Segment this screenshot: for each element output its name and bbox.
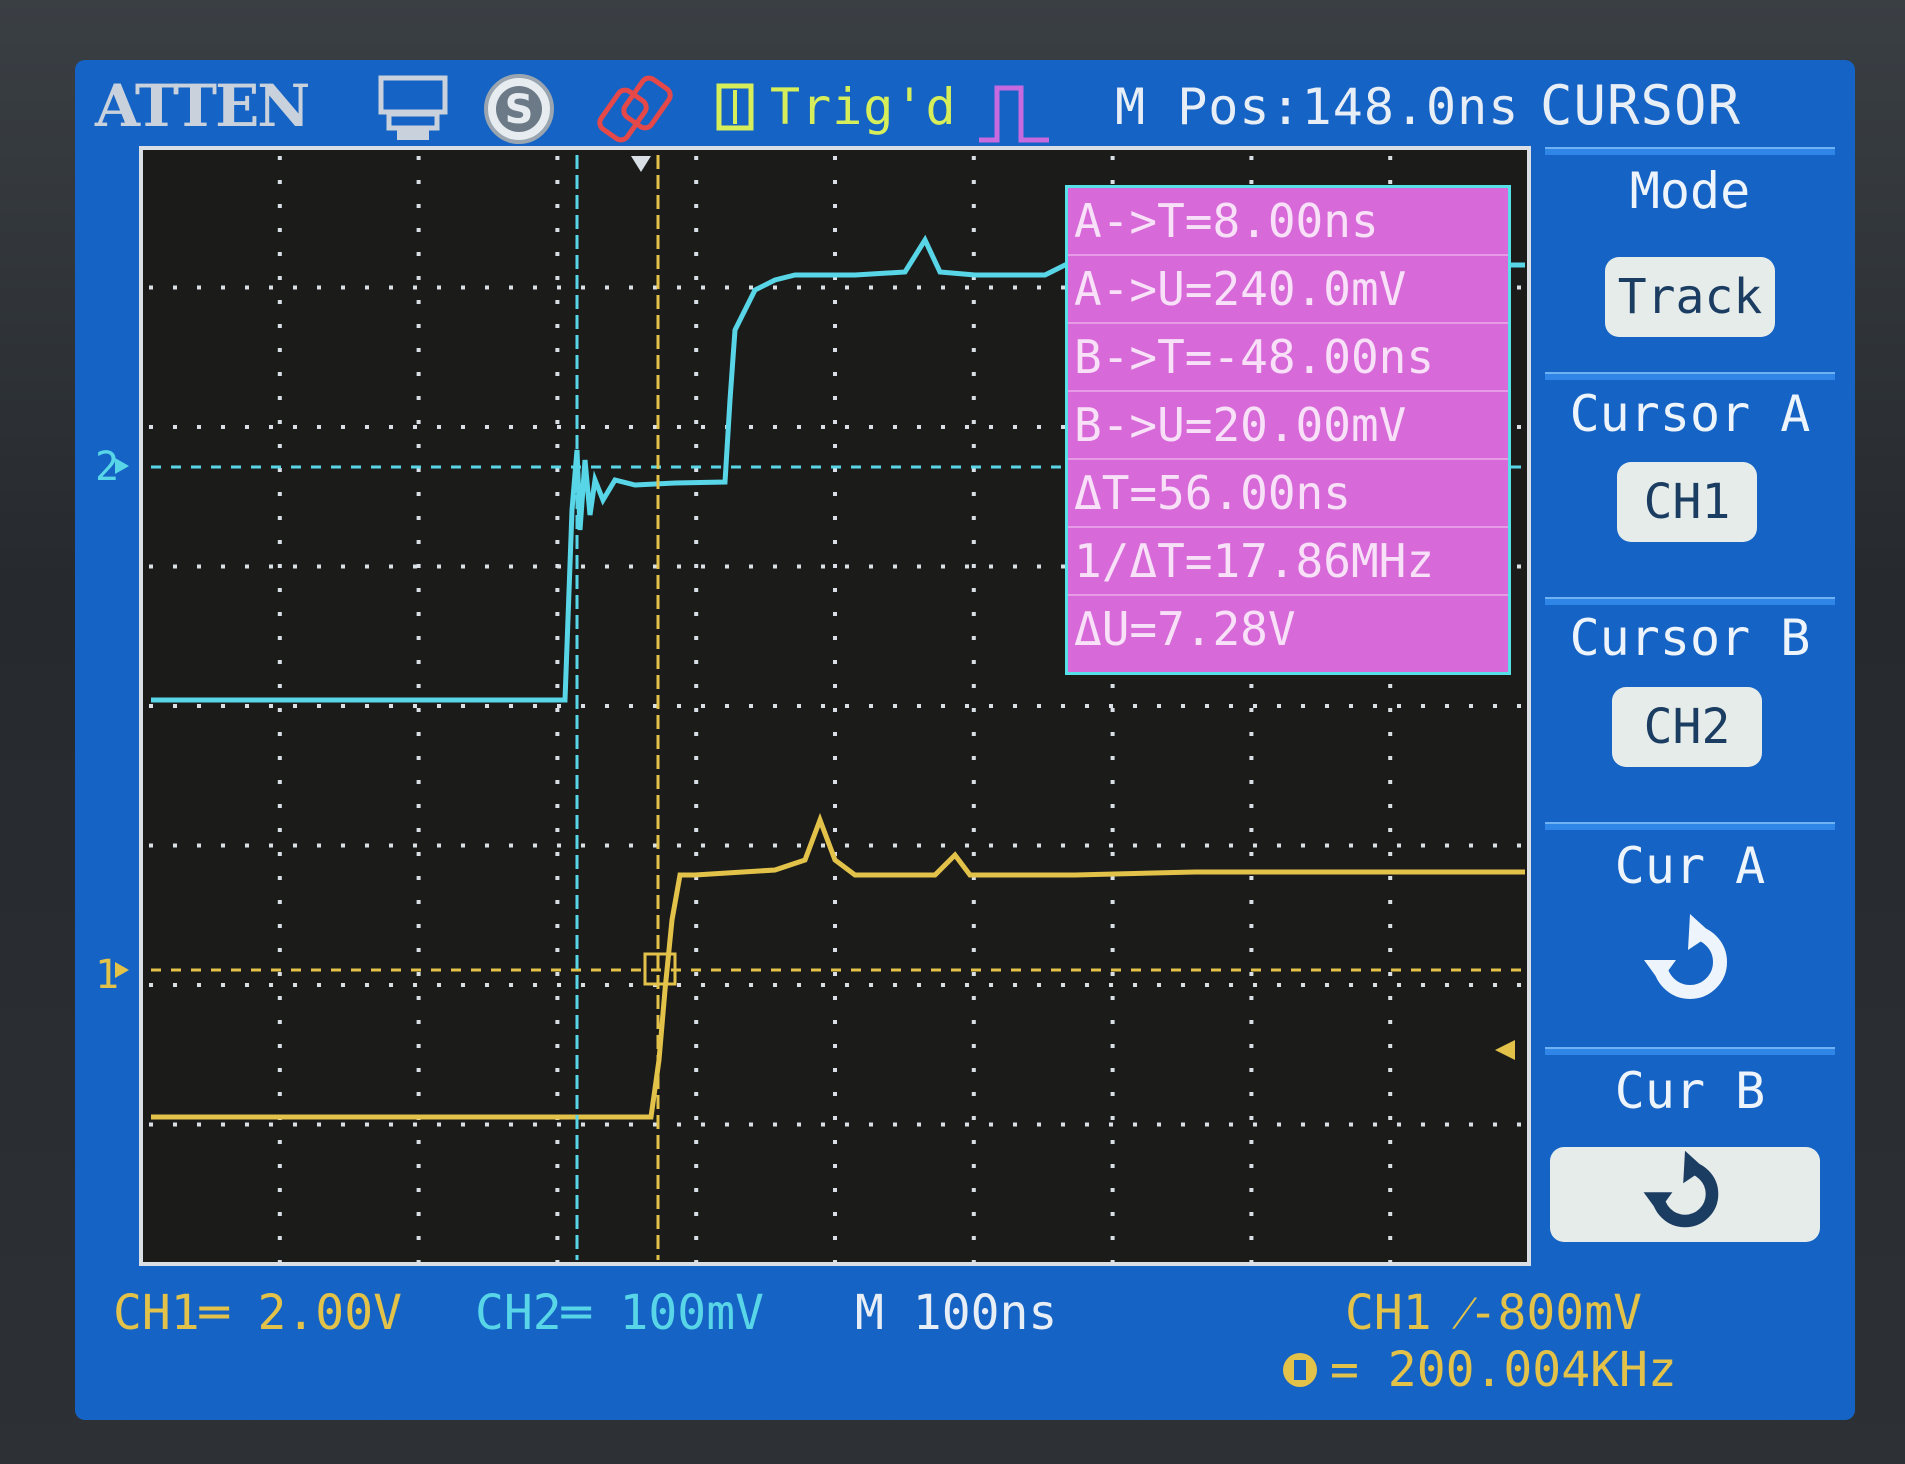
cursor-a-label: Cursor A [1569, 385, 1811, 443]
cursor-readout-line: A->T=8.00ns [1068, 188, 1508, 256]
trigger-info: CH1 ⁄-800mV [1345, 1285, 1642, 1341]
cursor-readout-line: B->U=20.00mV [1068, 392, 1508, 460]
cur-b-rotate-button[interactable] [1550, 1147, 1820, 1242]
cursor-b-source-button[interactable]: CH2 [1612, 687, 1762, 767]
trigger-frequency: = 200.004KHz [1330, 1342, 1677, 1398]
timebase: M 100ns [855, 1285, 1058, 1341]
cursor-readout-panel: A->T=8.00ns A->U=240.0mV B->T=-48.00ns B… [1065, 185, 1511, 675]
cursor-readout-line: A->U=240.0mV [1068, 256, 1508, 324]
side-menu: Mode Track Cursor A CH1 Cursor B CH2 Cur… [1545, 147, 1845, 1277]
ch2-scale: CH2═ 100mV [475, 1285, 764, 1341]
cursor-readout-line: B->T=-48.00ns [1068, 324, 1508, 392]
cur-b-label: Cur B [1614, 1062, 1766, 1120]
cursor-b-label: Cursor B [1569, 609, 1811, 667]
cur-a-label: Cur A [1614, 837, 1766, 895]
mode-label: Mode [1629, 162, 1751, 220]
cur-b-rotate-knob-icon [1643, 1150, 1719, 1228]
cursor-a-source-button[interactable]: CH1 [1617, 462, 1757, 542]
frequency-counter-icon [1283, 1353, 1317, 1387]
cur-a-rotate-knob-icon[interactable] [1640, 912, 1740, 1012]
oscilloscope-screen: ATTEN S Trig'd M Pos:148.0ns CURSOR 2 1 … [75, 60, 1855, 1420]
cursor-readout-line: ΔU=7.28V [1074, 602, 1296, 656]
ch1-scale: CH1═ 2.00V [113, 1285, 402, 1341]
mode-track-button[interactable]: Track [1605, 257, 1775, 337]
cursor-readout-line: ΔT=56.00ns [1068, 460, 1508, 528]
cursor-readout-line: 1/ΔT=17.86MHz [1068, 528, 1508, 596]
